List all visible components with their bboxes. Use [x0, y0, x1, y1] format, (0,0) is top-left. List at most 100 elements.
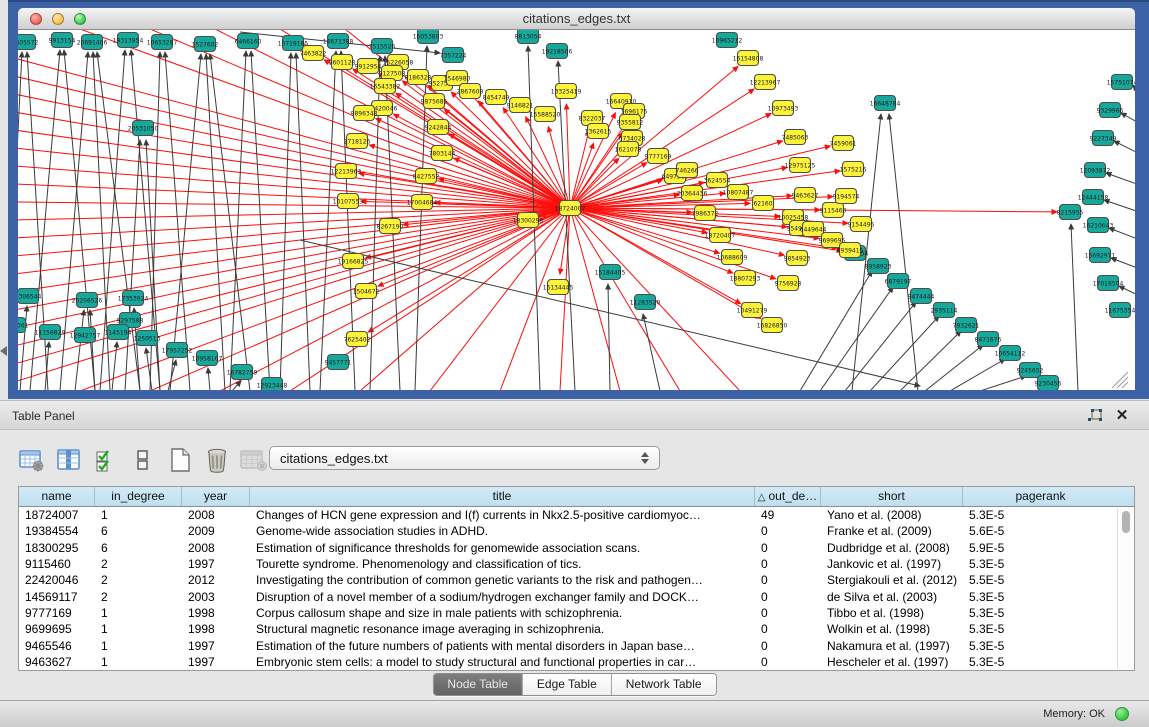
graph-node[interactable]: 8958923	[865, 259, 892, 274]
graph-node[interactable]: 9463627	[792, 188, 819, 203]
graph-node[interactable]: 17004684	[407, 195, 438, 210]
graph-node[interactable]: 1527602	[192, 37, 219, 52]
graph-node[interactable]: 19313954	[113, 33, 144, 48]
graph-node[interactable]: 746266	[676, 163, 699, 178]
graph-node[interactable]: 10958107	[192, 351, 223, 366]
table-row[interactable]: 977716911998Corpus callosum shape and si…	[19, 605, 1134, 621]
graph-node[interactable]: 16648784	[870, 96, 901, 111]
column-header-name[interactable]: name	[19, 487, 95, 506]
graph-node[interactable]: 16053803	[413, 30, 444, 44]
graph-node[interactable]: 16154808	[733, 51, 764, 66]
graph-node[interactable]: 2718126	[344, 134, 371, 149]
graph-node[interactable]: 2935114	[931, 303, 958, 318]
graph-node[interactable]: 7932621	[953, 318, 980, 333]
graph-node[interactable]: 9146821	[507, 98, 534, 113]
graph-node[interactable]: 9912954	[355, 59, 382, 74]
graph-node[interactable]: 9457771	[325, 355, 352, 370]
delete-trash-button[interactable]	[203, 446, 231, 474]
graph-node[interactable]: 9329966	[1097, 103, 1124, 118]
graph-node[interactable]: 12093872	[1080, 163, 1111, 178]
graph-node[interactable]: 12213963	[331, 164, 362, 179]
graph-node[interactable]: 19166825	[338, 254, 369, 269]
graph-node[interactable]: 8813054	[515, 30, 542, 44]
column-header-short[interactable]: short	[821, 487, 963, 506]
graph-node[interactable]: 12923448	[257, 378, 288, 391]
table-row[interactable]: 969969511998Structural magnetic resonanc…	[19, 621, 1134, 637]
column-header-in_degree[interactable]: in_degree	[95, 487, 182, 506]
tab-network-table[interactable]: Network Table	[612, 674, 716, 695]
graph-node[interactable]: 7459061	[830, 136, 857, 151]
graph-node[interactable]: 10491279	[737, 303, 768, 318]
graph-node[interactable]: 18720407	[705, 228, 736, 243]
graph-node[interactable]: 9756928	[775, 276, 802, 291]
float-panel-button[interactable]	[1087, 407, 1105, 425]
graph-node[interactable]: 8267190	[377, 219, 404, 234]
graph-node[interactable]: 17353924	[118, 291, 149, 306]
graph-node[interactable]: 7357224	[440, 48, 467, 63]
graph-node[interactable]: 7625402	[344, 332, 371, 347]
table-row[interactable]: 1872400712008Changes of HCN gene express…	[19, 507, 1134, 523]
graph-node[interactable]: 15134445	[543, 280, 574, 295]
graph-node[interactable]: 18807293	[730, 271, 761, 286]
graph-node[interactable]: 9896348	[351, 106, 378, 121]
graph-node[interactable]: 11675354	[1105, 303, 1135, 318]
graph-node[interactable]: 7463822	[300, 46, 327, 61]
table-row[interactable]: 1456911722003Disruption of a novel membe…	[19, 588, 1134, 604]
graph-node[interactable]: 2405572	[18, 35, 39, 50]
table-row[interactable]: 911546021997Tourette syndrome. Phenomeno…	[19, 556, 1134, 572]
graph-node[interactable]: 13325419	[551, 84, 582, 99]
graph-node[interactable]: 10688609	[717, 250, 748, 265]
graph-node[interactable]: 9854923	[784, 251, 811, 266]
table-row[interactable]: 1830029562008Estimation of significance …	[19, 540, 1134, 556]
graph-node[interactable]: 1504672	[353, 284, 380, 299]
graph-node[interactable]: 16782759	[227, 365, 258, 380]
graph-node[interactable]: 9777169	[645, 149, 672, 164]
column-header-out_de[interactable]: △out_de…	[755, 487, 821, 506]
graph-node[interactable]: 9601128	[329, 55, 356, 70]
graph-node[interactable]: 8471676	[975, 332, 1002, 347]
graph-node[interactable]: 9913154	[49, 33, 76, 48]
graph-node[interactable]: 10107553	[333, 194, 364, 209]
graph-node[interactable]: 8939415	[837, 243, 864, 258]
graph-node[interactable]: 10653287	[147, 35, 178, 50]
graph-node[interactable]: 15184405	[595, 265, 626, 280]
table-row[interactable]: 1938455462009Genome-wide association stu…	[19, 523, 1134, 539]
graph-node[interactable]: 1362615	[585, 124, 612, 139]
graph-node[interactable]: 17957252	[162, 343, 193, 358]
table-vertical-scrollbar[interactable]	[1117, 508, 1133, 669]
graph-node[interactable]: 20691406	[77, 35, 108, 50]
collapse-panel-arrow-icon[interactable]	[0, 346, 7, 356]
graph-node[interactable]: 9242844	[425, 120, 452, 135]
graph-node[interactable]: 7986372	[692, 206, 719, 221]
graph-node[interactable]: 62160	[753, 196, 774, 211]
graph-node[interactable]: 1621078	[615, 142, 642, 157]
table-settings-button[interactable]	[18, 446, 46, 474]
graph-node[interactable]: 20206526	[72, 293, 103, 308]
select-rows-button[interactable]	[92, 446, 120, 474]
graph-node[interactable]: 1145194	[105, 325, 132, 340]
column-header-year[interactable]: year	[182, 487, 250, 506]
graph-node[interactable]: 9875685	[421, 94, 448, 109]
graph-node[interactable]: 9915061	[18, 318, 29, 333]
graph-node[interactable]: 1250513	[134, 331, 161, 346]
graph-node[interactable]: 9474444	[908, 289, 935, 304]
graph-node[interactable]: 20364436	[677, 186, 708, 201]
graph-node[interactable]: 12444158	[1078, 190, 1109, 205]
graph-node[interactable]: 9154495	[848, 217, 875, 232]
graph-node[interactable]: 12942757	[70, 328, 101, 343]
graph-node[interactable]: 6466160	[235, 34, 262, 49]
graph-node[interactable]: 17016504	[1093, 276, 1124, 291]
graph-node[interactable]: 6879197	[885, 274, 912, 289]
scrollbar-thumb[interactable]	[1122, 511, 1130, 533]
graph-node[interactable]: 15692971	[1085, 248, 1116, 263]
graph-node[interactable]: 10973493	[768, 101, 799, 116]
table-source-dropdown[interactable]: citations_edges.txt	[269, 446, 660, 470]
graph-node[interactable]: 12213967	[750, 75, 781, 90]
graph-node[interactable]: 16543382	[370, 79, 401, 94]
graph-node[interactable]: 11283520	[630, 295, 661, 310]
graph-node[interactable]: 8186328	[405, 70, 432, 85]
graph-node[interactable]: 18300295	[513, 213, 544, 228]
column-header-title[interactable]: title	[250, 487, 755, 506]
column-header-pagerank[interactable]: pagerank	[963, 487, 1118, 506]
graph-node[interactable]: 10965212	[712, 33, 743, 48]
